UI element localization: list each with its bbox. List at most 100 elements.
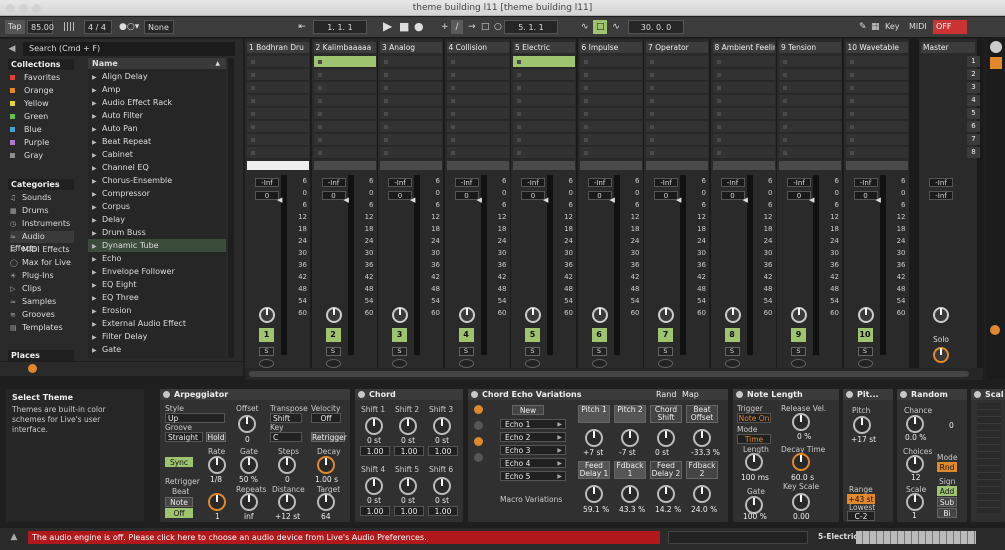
browser-item-selected[interactable]: ▶ Dynamic Tube <box>88 239 226 252</box>
pan-knob[interactable] <box>392 307 408 323</box>
track-title[interactable]: 1 Bodhran Dru <box>247 42 309 53</box>
arp-style-dropdown[interactable]: Up <box>165 413 225 423</box>
clip-slot[interactable] <box>579 95 642 107</box>
clip-stop-button[interactable] <box>380 161 442 170</box>
clip-stop-button[interactable] <box>646 161 708 170</box>
echo-variation-item[interactable]: Echo 1 ▶ <box>500 419 566 429</box>
echo-variation-item[interactable]: Echo 2 ▶ <box>500 432 566 442</box>
nudge-icon[interactable]: |||| <box>58 20 80 34</box>
clip-slot[interactable] <box>513 56 575 68</box>
macro-knob[interactable] <box>621 485 639 503</box>
track-title[interactable]: 2 Kalimbaaaaa <box>313 42 376 53</box>
scale-knob[interactable] <box>906 493 924 511</box>
macro-knob[interactable] <box>657 429 675 447</box>
loop-switch-icon[interactable]: □ <box>593 20 607 34</box>
pan-knob[interactable] <box>591 307 608 323</box>
clip-stop-button[interactable] <box>247 161 309 170</box>
arm-button[interactable] <box>857 359 873 368</box>
collection-yellow[interactable]: Yellow <box>10 98 49 110</box>
scene-launch-7[interactable]: 7 <box>967 134 980 145</box>
scene-launch-3[interactable]: 3 <box>967 82 980 93</box>
category-plug-ins[interactable]: ☀ Plug-Ins <box>10 270 54 282</box>
browser-item[interactable]: ▶ Auto Filter <box>88 109 226 122</box>
macro-knob[interactable] <box>585 429 603 447</box>
clip-stop-button[interactable] <box>446 161 509 170</box>
macro-label-button[interactable]: Feed Delay 1 <box>578 461 610 479</box>
track-volume-display[interactable]: -Inf <box>388 178 412 187</box>
arm-button[interactable] <box>525 359 540 368</box>
tap-button[interactable]: Tap <box>5 20 25 34</box>
solo-button[interactable]: S <box>325 347 341 356</box>
solo-button[interactable]: S <box>259 347 274 356</box>
sign-bi-button[interactable]: Bi <box>937 508 957 518</box>
clip-slot[interactable] <box>446 121 509 133</box>
track-pan-display[interactable]: 0 <box>521 191 545 200</box>
macro-label-button[interactable]: Pitch 2 <box>614 405 646 423</box>
chord-velocity-field[interactable]: 1.00 <box>428 506 458 516</box>
pan-knob[interactable] <box>791 307 807 323</box>
echo-side-icon[interactable] <box>474 453 483 462</box>
clip-slot[interactable] <box>446 69 509 81</box>
chord-title[interactable]: Chord <box>355 389 463 400</box>
category-audio-effects[interactable]: ≈ Audio Effects <box>10 231 74 253</box>
macro-label-button[interactable]: Fdback 1 <box>614 461 646 479</box>
clip-slot[interactable] <box>247 147 309 159</box>
chance-knob[interactable] <box>906 415 924 433</box>
track-volume-display[interactable]: -Inf <box>720 178 745 187</box>
preview-icon[interactable] <box>28 364 37 373</box>
arp-distance-knob[interactable] <box>278 493 296 511</box>
category-samples[interactable]: ≈ Samples <box>10 296 56 308</box>
clip-stop-button[interactable] <box>313 161 376 170</box>
track-activator-button[interactable]: 2 <box>325 328 341 342</box>
clip-slot[interactable] <box>712 69 775 81</box>
clip-slot[interactable] <box>513 134 575 146</box>
trigger-field[interactable]: Note On <box>737 413 771 423</box>
fader-handle-icon[interactable]: ◀ <box>477 196 482 204</box>
clip-slot[interactable] <box>779 121 841 133</box>
browser-item[interactable]: ▶ Compressor <box>88 187 226 200</box>
clip-stop-button[interactable] <box>579 161 642 170</box>
category-clips[interactable]: ▷ Clips <box>10 283 41 295</box>
macro-label-button[interactable]: Pitch 1 <box>578 405 610 423</box>
clip-slot[interactable] <box>247 108 309 120</box>
echo-variation-item[interactable]: Echo 3 ▶ <box>500 445 566 455</box>
master-pan[interactable]: -Inf <box>929 191 953 200</box>
clip-slot[interactable] <box>380 121 442 133</box>
clip-slot[interactable] <box>779 56 841 68</box>
arrangement-position[interactable]: 1. 1. 1 <box>313 20 367 34</box>
browser-item[interactable]: ▶ Echo <box>88 252 226 265</box>
collection-blue[interactable]: Blue <box>10 124 42 136</box>
clip-slot[interactable] <box>247 134 309 146</box>
chord-velocity-field[interactable]: 1.00 <box>428 446 458 456</box>
clip-slot[interactable] <box>845 121 908 133</box>
track-title[interactable]: 10 Wavetable <box>845 42 908 53</box>
browser-item[interactable]: ▶ EQ Eight <box>88 278 226 291</box>
category-max-for-live[interactable]: ◯ Max for Live <box>10 257 71 269</box>
clip-slot[interactable] <box>579 108 642 120</box>
pan-knob[interactable] <box>325 307 342 323</box>
browser-item[interactable]: ▶ Delay <box>88 213 226 226</box>
collection-purple[interactable]: Purple <box>10 137 49 149</box>
scene-launch-6[interactable]: 6 <box>967 121 980 132</box>
fader-handle-icon[interactable]: ◀ <box>676 196 681 204</box>
chord-shift-knob[interactable] <box>399 477 417 495</box>
clip-slot[interactable] <box>712 121 775 133</box>
clip-slot[interactable] <box>646 121 708 133</box>
clip-slot[interactable] <box>712 56 775 68</box>
scene-launch-4[interactable]: 4 <box>967 95 980 106</box>
close-window-button[interactable] <box>6 4 15 13</box>
track-activator-button[interactable]: 10 <box>857 328 873 342</box>
status-field[interactable] <box>668 531 808 544</box>
browser-item[interactable]: ▶ Amp <box>88 83 226 96</box>
time-signature-field[interactable]: 4 / 4 <box>84 20 112 34</box>
arp-target-knob[interactable] <box>317 493 335 511</box>
browser-item[interactable]: ▶ Audio Effect Rack <box>88 96 226 109</box>
fader-handle-icon[interactable]: ◀ <box>610 196 615 204</box>
clip-slot[interactable] <box>845 95 908 107</box>
clip-stop-button[interactable] <box>513 161 575 170</box>
macro-label-button[interactable]: Feed Delay 2 <box>650 461 682 479</box>
echo-side-icon[interactable] <box>474 437 483 446</box>
track-activator-button[interactable]: 9 <box>791 328 806 342</box>
track-title[interactable]: 9 Tension <box>779 42 841 53</box>
arp-velocity-field[interactable]: Off <box>311 413 341 423</box>
